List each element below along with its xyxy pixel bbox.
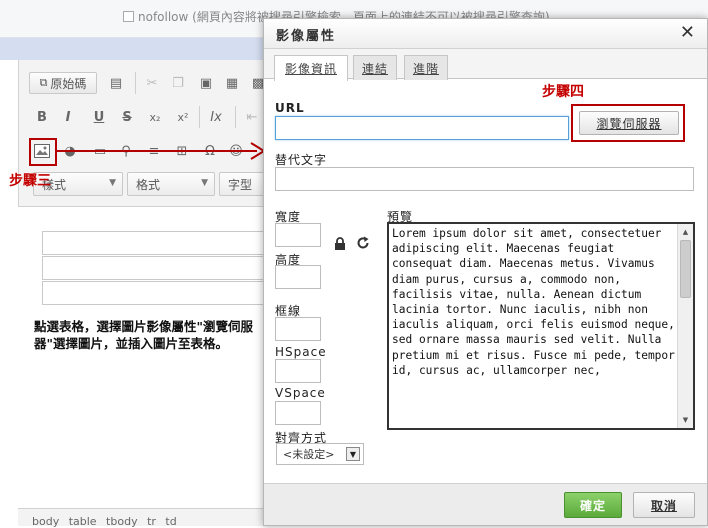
underline-button[interactable]: U xyxy=(88,106,110,128)
scroll-thumb[interactable] xyxy=(680,240,691,298)
source-button[interactable]: ⧉ 原始碼 xyxy=(29,72,97,94)
border-input[interactable] xyxy=(275,317,321,341)
tab-bar: 影像資訊 連結 進階 xyxy=(264,49,707,81)
vspace-label: VSpace xyxy=(275,386,326,400)
chevron-down-icon: ▼ xyxy=(346,447,360,461)
hspace-input[interactable] xyxy=(275,359,321,383)
preview-text: Lorem ipsum dolor sit amet, consectetuer… xyxy=(392,227,675,377)
tab-link[interactable]: 連結 xyxy=(353,55,397,80)
dialog-header: 影像屬性 ✕ xyxy=(264,19,707,49)
table-row[interactable] xyxy=(42,256,272,280)
tab-advanced[interactable]: 進階 xyxy=(404,55,448,80)
paste-text-icon[interactable]: ▦ xyxy=(221,72,243,94)
image-properties-dialog: 影像屬性 ✕ 影像資訊 連結 進階 步驟四 URL 瀏覽伺服器 替代文字 寬度 … xyxy=(263,18,708,526)
italic-button[interactable]: I xyxy=(57,106,79,128)
chevron-down-icon: ▼ xyxy=(109,178,116,188)
scroll-up-icon[interactable]: ▲ xyxy=(678,225,693,239)
chevron-down-icon: ▼ xyxy=(201,178,208,188)
subscript-button[interactable]: x₂ xyxy=(144,106,166,128)
url-input[interactable] xyxy=(275,116,569,140)
nofollow-checkbox[interactable] xyxy=(123,11,134,22)
step4-label: 步驟四 xyxy=(542,84,584,100)
editor-content[interactable] xyxy=(18,206,272,508)
copy-icon[interactable]: ❐ xyxy=(167,72,189,94)
paste-icon[interactable]: ▣ xyxy=(195,72,217,94)
dialog-footer: 確定 取消 xyxy=(264,483,707,525)
table-row[interactable] xyxy=(42,281,272,305)
dialog-title: 影像屬性 xyxy=(276,29,337,44)
vspace-input[interactable] xyxy=(275,401,321,425)
reset-size-icon[interactable] xyxy=(356,236,370,250)
table-row[interactable] xyxy=(42,231,272,255)
preview-panel: Lorem ipsum dolor sit amet, consectetuer… xyxy=(387,222,695,430)
alt-text-input[interactable] xyxy=(275,167,694,191)
document-icon[interactable]: ▤ xyxy=(105,72,127,94)
width-input[interactable] xyxy=(275,223,321,247)
format-combo[interactable]: 格式 ▼ xyxy=(127,172,215,196)
instruction-text: 點選表格，選擇圖片影像屬性"瀏覽伺服器"選擇圖片，並插入圖片至表格。 xyxy=(34,319,254,351)
tab-image-info[interactable]: 影像資訊 xyxy=(274,55,348,81)
step3-highlight xyxy=(29,138,57,166)
ok-button[interactable]: 確定 xyxy=(564,492,622,518)
step3-label: 步驟三 xyxy=(9,173,51,189)
align-select[interactable]: <未設定> ▼ xyxy=(276,443,364,465)
lock-icon[interactable] xyxy=(334,237,346,251)
toolbar-separator xyxy=(235,106,236,128)
alt-text-label: 替代文字 xyxy=(275,153,328,167)
remove-format-button[interactable]: Ix xyxy=(205,106,227,128)
step4-highlight xyxy=(571,104,685,142)
hspace-label: HSpace xyxy=(275,345,327,359)
superscript-button[interactable]: x² xyxy=(172,106,194,128)
cut-icon[interactable]: ✂ xyxy=(141,72,163,94)
strike-button[interactable]: S xyxy=(116,106,138,128)
outdent-icon[interactable]: ⇤ xyxy=(241,106,263,128)
url-label: URL xyxy=(275,101,305,115)
height-input[interactable] xyxy=(275,265,321,289)
step-arrow-icon xyxy=(57,142,266,160)
scroll-down-icon[interactable]: ▼ xyxy=(678,413,693,427)
close-icon[interactable]: ✕ xyxy=(680,22,695,43)
preview-scrollbar[interactable]: ▲ ▼ xyxy=(677,224,693,428)
source-icon: ⧉ xyxy=(39,76,48,89)
toolbar-separator xyxy=(135,72,136,94)
element-path-bar: body table tbody tr td xyxy=(18,508,268,528)
bold-button[interactable]: B xyxy=(31,106,53,128)
cancel-button[interactable]: 取消 xyxy=(633,492,695,518)
toolbar-separator xyxy=(199,106,200,128)
